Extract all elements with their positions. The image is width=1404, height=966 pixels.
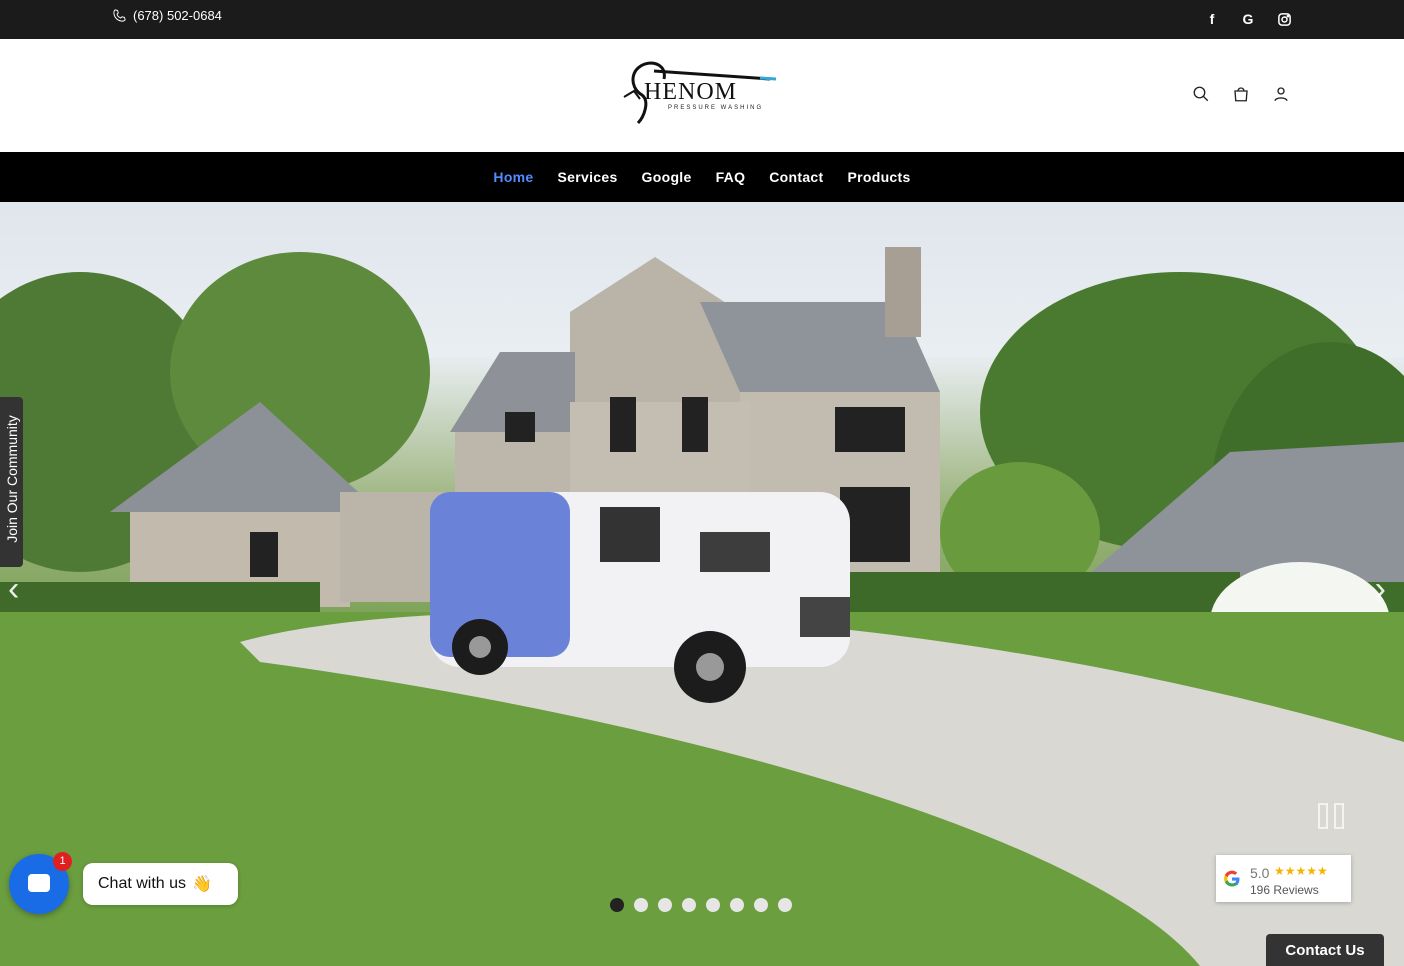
search-icon[interactable] [1192, 85, 1210, 103]
review-stars: ★★★★★ [1274, 864, 1328, 878]
chat-bubble-icon [28, 874, 50, 892]
wave-emoji-icon: 👋 [192, 876, 212, 893]
nav-contact[interactable]: Contact [769, 169, 823, 185]
review-score: 5.0 [1250, 865, 1270, 881]
nav-services[interactable]: Services [558, 169, 618, 185]
next-slide-icon[interactable]: › [1375, 570, 1386, 609]
slide-dot-8[interactable] [778, 898, 792, 912]
nav-products[interactable]: Products [847, 169, 910, 185]
pause-icon[interactable] [1318, 803, 1346, 829]
cart-icon[interactable] [1232, 85, 1250, 103]
site-header: HENOM PRESSURE WASHING [0, 39, 1404, 152]
main-nav: Home Services Google FAQ Contact Product… [0, 152, 1404, 202]
account-icon[interactable] [1272, 85, 1290, 103]
google-logo-icon [1224, 870, 1240, 887]
hero-slider: Join Our Community ‹ › 1 Chat with us 👋 … [0, 202, 1404, 966]
slide-dot-7[interactable] [754, 898, 768, 912]
chat-badge: 1 [53, 852, 72, 871]
top-bar: (678) 502-0684 f G [0, 0, 1404, 39]
slide-dot-4[interactable] [682, 898, 696, 912]
logo-subtitle: PRESSURE WASHING [668, 105, 764, 111]
site-logo[interactable]: HENOM PRESSURE WASHING [620, 57, 780, 131]
slider-dots [610, 898, 792, 912]
instagram-icon[interactable] [1276, 10, 1292, 28]
logo-text: HENOM [644, 79, 737, 105]
hero-image [0, 247, 1404, 966]
slide-dot-5[interactable] [706, 898, 720, 912]
slide-dot-1[interactable] [610, 898, 624, 912]
phone-number: (678) 502-0684 [133, 8, 222, 23]
slide-dot-6[interactable] [730, 898, 744, 912]
review-count: 196 Reviews [1250, 883, 1319, 897]
nav-home[interactable]: Home [493, 169, 533, 185]
contact-us-tab[interactable]: Contact Us [1266, 934, 1384, 966]
nav-google[interactable]: Google [642, 169, 692, 185]
phone-icon [113, 9, 126, 22]
chat-prompt[interactable]: Chat with us 👋 [83, 863, 238, 905]
phone-link[interactable]: (678) 502-0684 [112, 8, 222, 23]
google-review-badge[interactable]: 5.0 ★★★★★ 196 Reviews [1216, 855, 1351, 902]
google-icon[interactable]: G [1240, 10, 1256, 28]
slide-dot-2[interactable] [634, 898, 648, 912]
nav-faq[interactable]: FAQ [716, 169, 746, 185]
join-community-tab[interactable]: Join Our Community [0, 397, 23, 567]
prev-slide-icon[interactable]: ‹ [8, 570, 19, 609]
chat-label: Chat with us [98, 875, 187, 892]
slide-dot-3[interactable] [658, 898, 672, 912]
facebook-icon[interactable]: f [1204, 10, 1220, 28]
join-community-label: Join Our Community [4, 415, 20, 543]
